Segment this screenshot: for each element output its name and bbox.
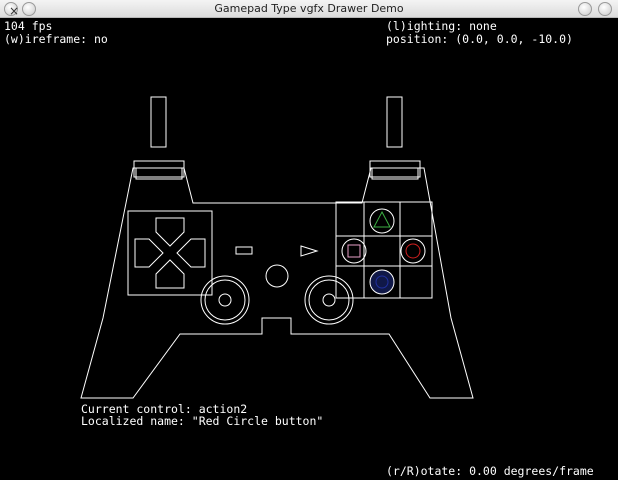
minimize-right-button[interactable] <box>578 2 592 16</box>
app-window: × Gamepad Type vgfx Drawer Demo 104 fps … <box>0 0 618 480</box>
square-button[interactable] <box>342 239 366 263</box>
circle-icon <box>406 244 420 258</box>
right-shoulder-button[interactable] <box>370 161 420 179</box>
triangle-button[interactable] <box>370 209 394 233</box>
left-analog-stick[interactable] <box>201 276 249 324</box>
start-button[interactable] <box>301 246 317 256</box>
triangle-icon <box>374 212 390 227</box>
right-trigger[interactable] <box>387 97 402 147</box>
left-shoulder-button[interactable] <box>134 161 184 179</box>
left-trigger[interactable] <box>151 97 166 147</box>
gamepad-drawing <box>0 18 618 480</box>
close-right-button[interactable] <box>598 2 612 16</box>
home-button[interactable] <box>266 265 288 287</box>
dpad-housing <box>128 211 212 295</box>
dpad-cross[interactable] <box>135 218 205 288</box>
title-bar: × Gamepad Type vgfx Drawer Demo <box>0 0 618 18</box>
cross-button[interactable] <box>370 270 394 294</box>
circle-button[interactable] <box>401 239 425 263</box>
select-button[interactable] <box>236 247 252 254</box>
square-icon <box>348 245 360 257</box>
right-analog-stick[interactable] <box>305 276 353 324</box>
window-title: Gamepad Type vgfx Drawer Demo <box>214 2 404 15</box>
